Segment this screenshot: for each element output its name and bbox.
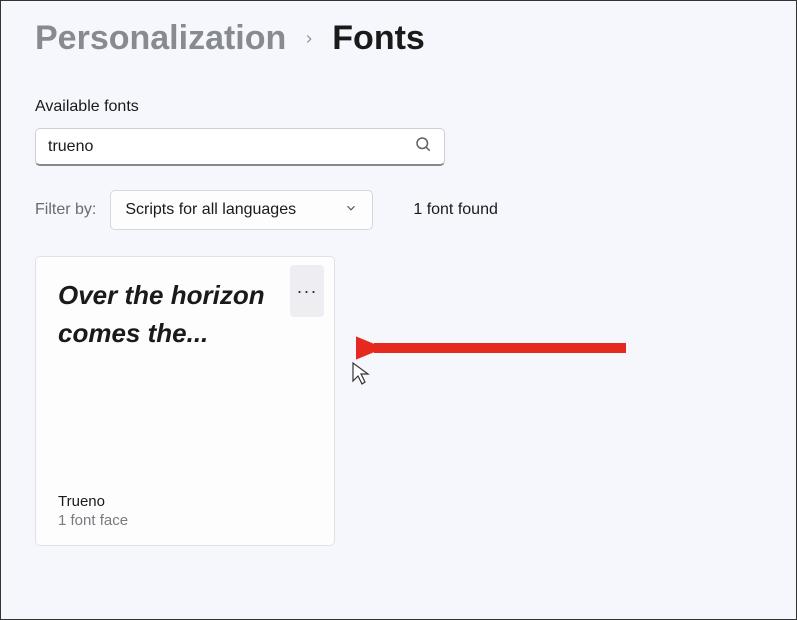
result-count: 1 font found — [413, 201, 498, 219]
chevron-right-icon — [302, 32, 316, 46]
search-input[interactable] — [48, 138, 414, 156]
available-fonts-label: Available fonts — [35, 98, 762, 116]
font-card[interactable]: ··· Over the horizon comes the... Trueno… — [35, 256, 335, 546]
search-icon — [414, 135, 432, 158]
breadcrumb: Personalization Fonts — [35, 19, 762, 58]
breadcrumb-current: Fonts — [332, 19, 425, 58]
breadcrumb-parent[interactable]: Personalization — [35, 19, 286, 58]
cursor-icon — [351, 361, 373, 387]
filter-label: Filter by: — [35, 201, 96, 219]
font-name: Trueno — [58, 493, 312, 510]
filter-row: Filter by: Scripts for all languages 1 f… — [35, 190, 762, 230]
chevron-down-icon — [344, 201, 358, 220]
more-button[interactable]: ··· — [290, 265, 324, 317]
font-face-count: 1 font face — [58, 512, 312, 529]
font-preview-text: Over the horizon comes the... — [58, 277, 312, 352]
filter-dropdown[interactable]: Scripts for all languages — [110, 190, 373, 230]
filter-dropdown-text: Scripts for all languages — [125, 201, 296, 219]
search-box[interactable] — [35, 128, 445, 166]
annotation-arrow — [356, 328, 636, 368]
